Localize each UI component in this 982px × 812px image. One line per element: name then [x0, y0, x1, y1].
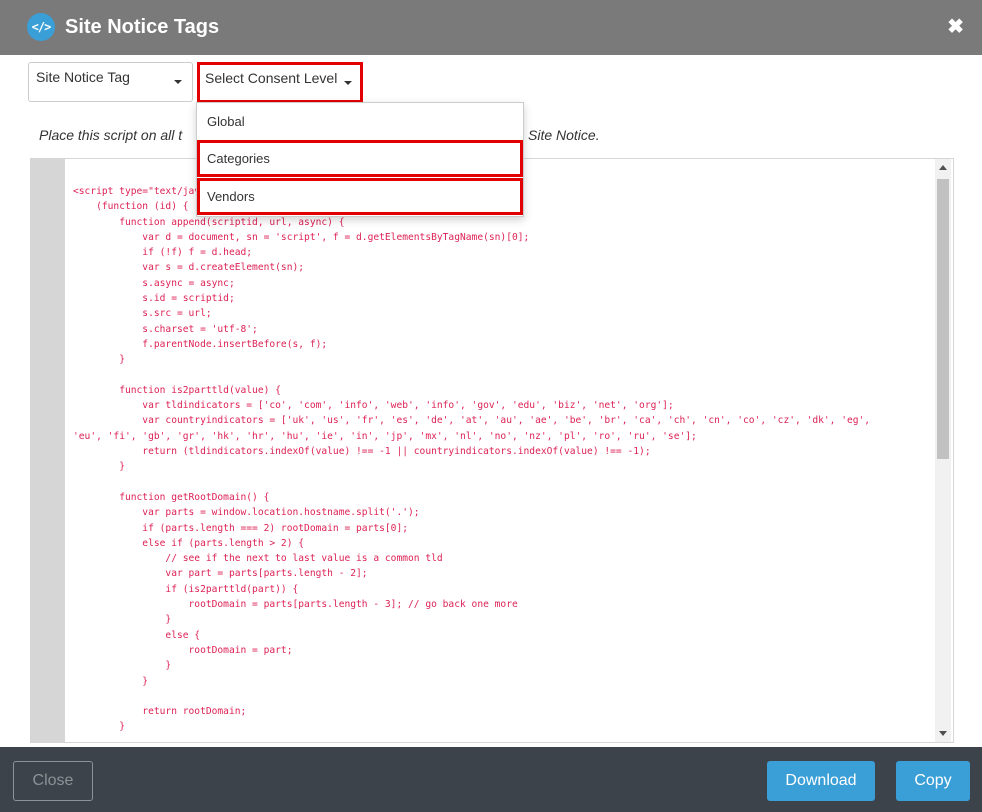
scroll-down-arrow-icon[interactable]	[939, 731, 947, 736]
vertical-scrollbar[interactable]	[935, 159, 951, 742]
dialog-title: Site Notice Tags	[65, 16, 220, 38]
code-icon: </>	[27, 13, 55, 41]
tag-type-select[interactable]: Site Notice Tag	[28, 62, 193, 102]
scrollbar-thumb[interactable]	[937, 179, 949, 459]
copy-button[interactable]: Copy	[896, 761, 970, 801]
download-button[interactable]: Download	[767, 761, 875, 801]
chevron-down-icon	[344, 80, 352, 85]
code-gutter	[31, 159, 65, 742]
dialog-footer: Close Download Copy	[0, 747, 982, 812]
dialog-header: </> Site Notice Tags ✖	[0, 0, 982, 55]
dropdown-option-global[interactable]: Global	[197, 103, 523, 140]
consent-level-select[interactable]: Select Consent Level	[197, 62, 363, 103]
consent-level-select-value: Select Consent Level	[205, 69, 338, 86]
consent-level-dropdown-menu: Global Categories Vendors	[196, 102, 524, 217]
scroll-up-arrow-icon[interactable]	[939, 165, 947, 170]
instructions-text-end: Site Notice.	[528, 127, 600, 143]
instructions-text-start: Place this script on all t	[39, 127, 183, 143]
dropdown-option-vendors[interactable]: Vendors	[197, 178, 523, 215]
tag-type-select-value: Site Notice Tag	[36, 69, 130, 85]
chevron-down-icon	[174, 80, 182, 84]
dropdown-option-categories[interactable]: Categories	[197, 140, 523, 177]
script-code-box[interactable]: <script type="text/javascript"> (functio…	[30, 158, 954, 743]
close-icon[interactable]: ✖	[947, 16, 964, 38]
script-code[interactable]: <script type="text/javascript"> (functio…	[73, 184, 870, 735]
close-button[interactable]: Close	[13, 761, 93, 801]
